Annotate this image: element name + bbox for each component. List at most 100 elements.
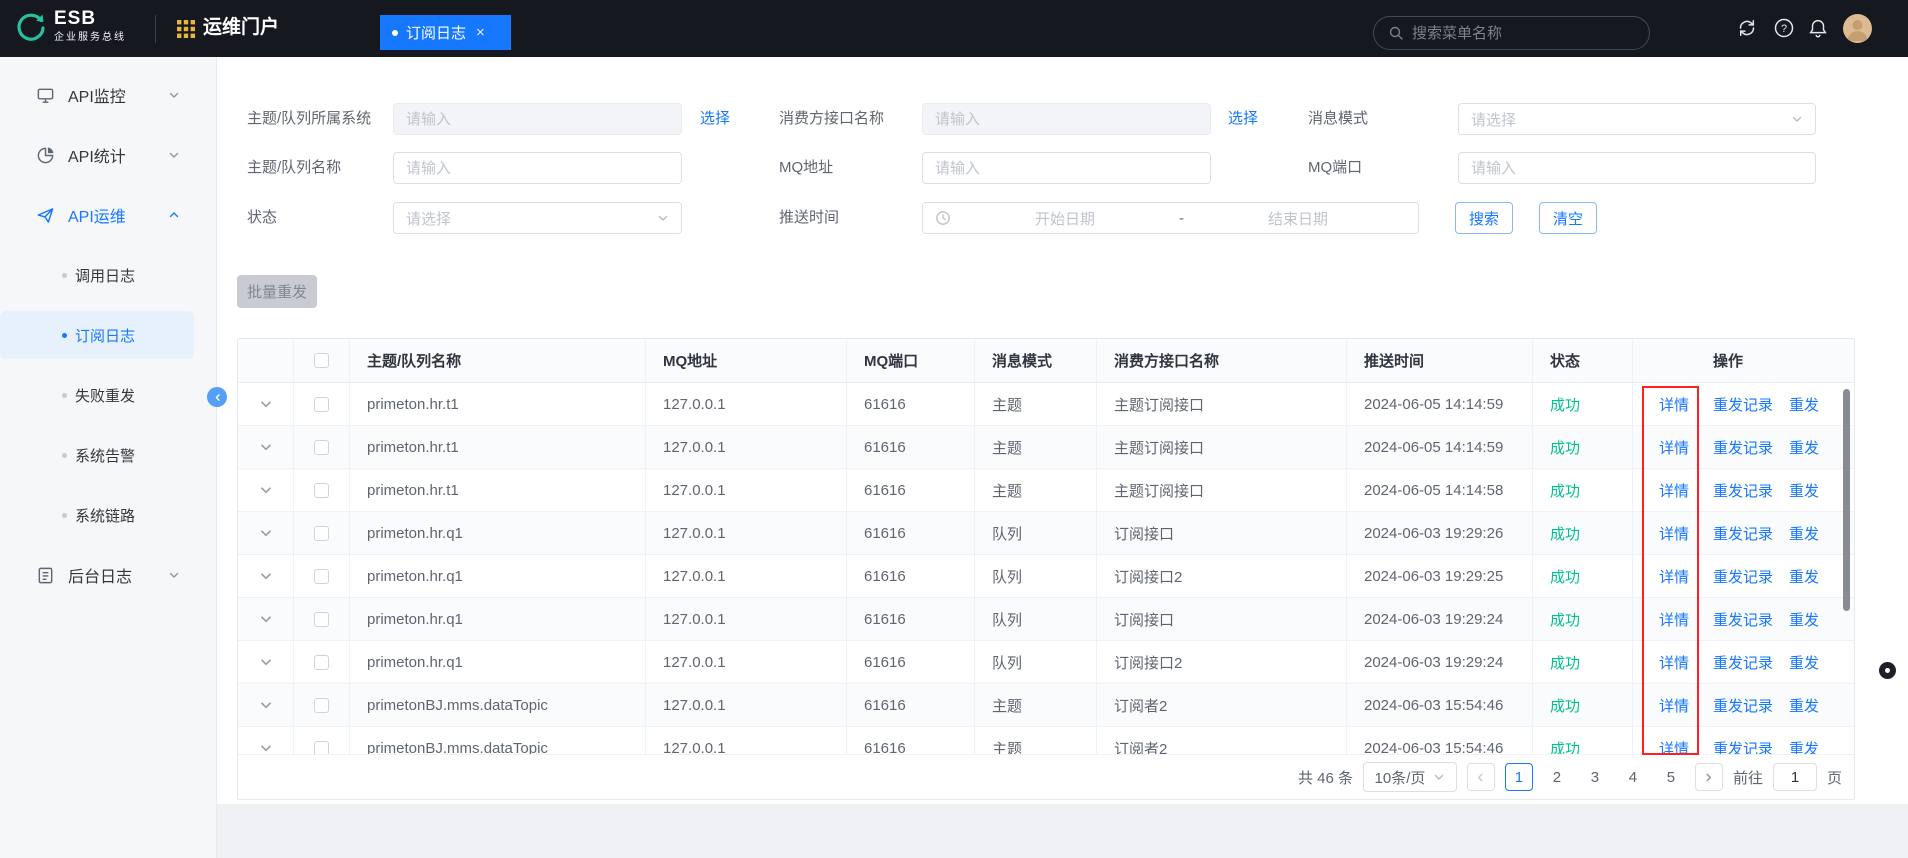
end-date-placeholder[interactable]: 结束日期 [1190,208,1406,229]
sidebar-item-api-ops[interactable]: API运维 [0,191,216,239]
row-checkbox[interactable] [314,741,329,756]
goto-page-input[interactable] [1773,763,1817,791]
resend-link[interactable]: 重发 [1789,738,1819,756]
topic-input[interactable] [393,152,682,184]
row-checkbox[interactable] [314,483,329,498]
sidebar-item-call-log[interactable]: 调用日志 [0,251,194,299]
expand-row-icon[interactable] [259,440,273,454]
expand-row-icon[interactable] [259,655,273,669]
resend-record-link[interactable]: 重发记录 [1713,523,1773,544]
expand-row-icon[interactable] [259,526,273,540]
page-size-select[interactable]: 10条/页 [1363,762,1457,792]
select-all-checkbox[interactable] [314,353,329,368]
resend-record-link[interactable]: 重发记录 [1713,738,1773,756]
bullet-icon [62,333,67,338]
consumer-input[interactable] [922,103,1211,135]
row-checkbox[interactable] [314,526,329,541]
menu-search-input[interactable] [1412,25,1635,42]
help-icon[interactable]: ? [1773,17,1795,39]
resend-link[interactable]: 重发 [1789,523,1819,544]
row-checkbox[interactable] [314,655,329,670]
expand-row-icon[interactable] [259,569,273,583]
row-checkbox[interactable] [314,440,329,455]
row-checkbox[interactable] [314,397,329,412]
cell-push-time: 2024-06-05 14:14:59 [1347,426,1533,468]
table-scrollbar-thumb[interactable] [1843,389,1850,611]
batch-resend-button[interactable]: 批量重发 [237,275,317,308]
header-mq-port: MQ端口 [847,339,975,382]
clear-button[interactable]: 清空 [1539,202,1597,234]
resend-link[interactable]: 重发 [1789,437,1819,458]
search-button[interactable]: 搜索 [1455,202,1513,234]
sidebar-item-failed-resend[interactable]: 失败重发 [0,371,194,419]
page-4-button[interactable]: 4 [1619,763,1647,791]
resend-link[interactable]: 重发 [1789,652,1819,673]
resend-record-link[interactable]: 重发记录 [1713,437,1773,458]
system-select-link[interactable]: 选择 [700,103,730,135]
switch-icon[interactable] [1736,17,1758,39]
detail-link[interactable]: 详情 [1659,738,1689,756]
mq-port-input[interactable] [1458,152,1816,184]
detail-link[interactable]: 详情 [1659,695,1689,716]
page-5-button[interactable]: 5 [1657,763,1685,791]
system-input[interactable] [393,103,682,135]
detail-link[interactable]: 详情 [1659,480,1689,501]
filter-label-status: 状态 [247,202,277,234]
cell-mq-port: 61616 [847,641,975,683]
expand-row-icon[interactable] [259,698,273,712]
start-date-placeholder[interactable]: 开始日期 [957,208,1173,229]
detail-link[interactable]: 详情 [1659,394,1689,415]
cell-topic: primeton.hr.t1 [350,426,646,468]
sidebar-item-backend-log[interactable]: 后台日志 [0,551,216,599]
resend-record-link[interactable]: 重发记录 [1713,394,1773,415]
page-3-button[interactable]: 3 [1581,763,1609,791]
resend-record-link[interactable]: 重发记录 [1713,480,1773,501]
detail-link[interactable]: 详情 [1659,652,1689,673]
prev-page-button[interactable] [1467,763,1495,791]
page-2-button[interactable]: 2 [1543,763,1571,791]
cell-mode: 队列 [975,512,1097,554]
sidebar-item-system-link[interactable]: 系统链路 [0,491,194,539]
expand-row-icon[interactable] [259,397,273,411]
push-time-range-picker[interactable]: 开始日期 - 结束日期 [922,202,1419,234]
tab-close-icon[interactable]: × [476,24,485,41]
table-body: primeton.hr.t1 127.0.0.1 61616 主题 主题订阅接口… [238,383,1854,755]
resend-link[interactable]: 重发 [1789,609,1819,630]
mode-select[interactable]: 请选择 [1458,103,1816,135]
expand-row-icon[interactable] [259,483,273,497]
next-page-button[interactable] [1695,763,1723,791]
row-checkbox[interactable] [314,612,329,627]
detail-link[interactable]: 详情 [1659,609,1689,630]
cell-push-time: 2024-06-03 19:29:26 [1347,512,1533,554]
tab-subscribe-log[interactable]: 订阅日志 × [380,15,511,50]
avatar[interactable] [1843,14,1872,43]
expand-row-icon[interactable] [259,612,273,626]
cell-topic: primeton.hr.t1 [350,469,646,511]
status-select[interactable]: 请选择 [393,202,682,234]
sidebar-item-api-monitor[interactable]: API监控 [0,71,216,119]
resend-link[interactable]: 重发 [1789,480,1819,501]
detail-link[interactable]: 详情 [1659,523,1689,544]
expand-row-icon[interactable] [259,741,273,755]
resend-record-link[interactable]: 重发记录 [1713,566,1773,587]
detail-link[interactable]: 详情 [1659,566,1689,587]
resend-link[interactable]: 重发 [1789,695,1819,716]
sidebar-item-api-stats[interactable]: API统计 [0,131,216,179]
sidebar-collapse-button[interactable] [207,387,227,407]
resend-link[interactable]: 重发 [1789,566,1819,587]
sidebar-item-subscribe-log[interactable]: 订阅日志 [0,311,194,359]
detail-link[interactable]: 详情 [1659,437,1689,458]
actions-cell: 详情 重发记录 重发 [1633,641,1852,683]
bell-icon[interactable] [1807,17,1829,39]
page-1-button[interactable]: 1 [1505,763,1533,791]
resend-record-link[interactable]: 重发记录 [1713,609,1773,630]
sidebar-item-system-alert[interactable]: 系统告警 [0,431,194,479]
resend-record-link[interactable]: 重发记录 [1713,652,1773,673]
row-checkbox[interactable] [314,698,329,713]
resend-link[interactable]: 重发 [1789,394,1819,415]
menu-search-box[interactable] [1373,16,1650,50]
mq-addr-input[interactable] [922,152,1211,184]
resend-record-link[interactable]: 重发记录 [1713,695,1773,716]
consumer-select-link[interactable]: 选择 [1228,103,1258,135]
row-checkbox[interactable] [314,569,329,584]
